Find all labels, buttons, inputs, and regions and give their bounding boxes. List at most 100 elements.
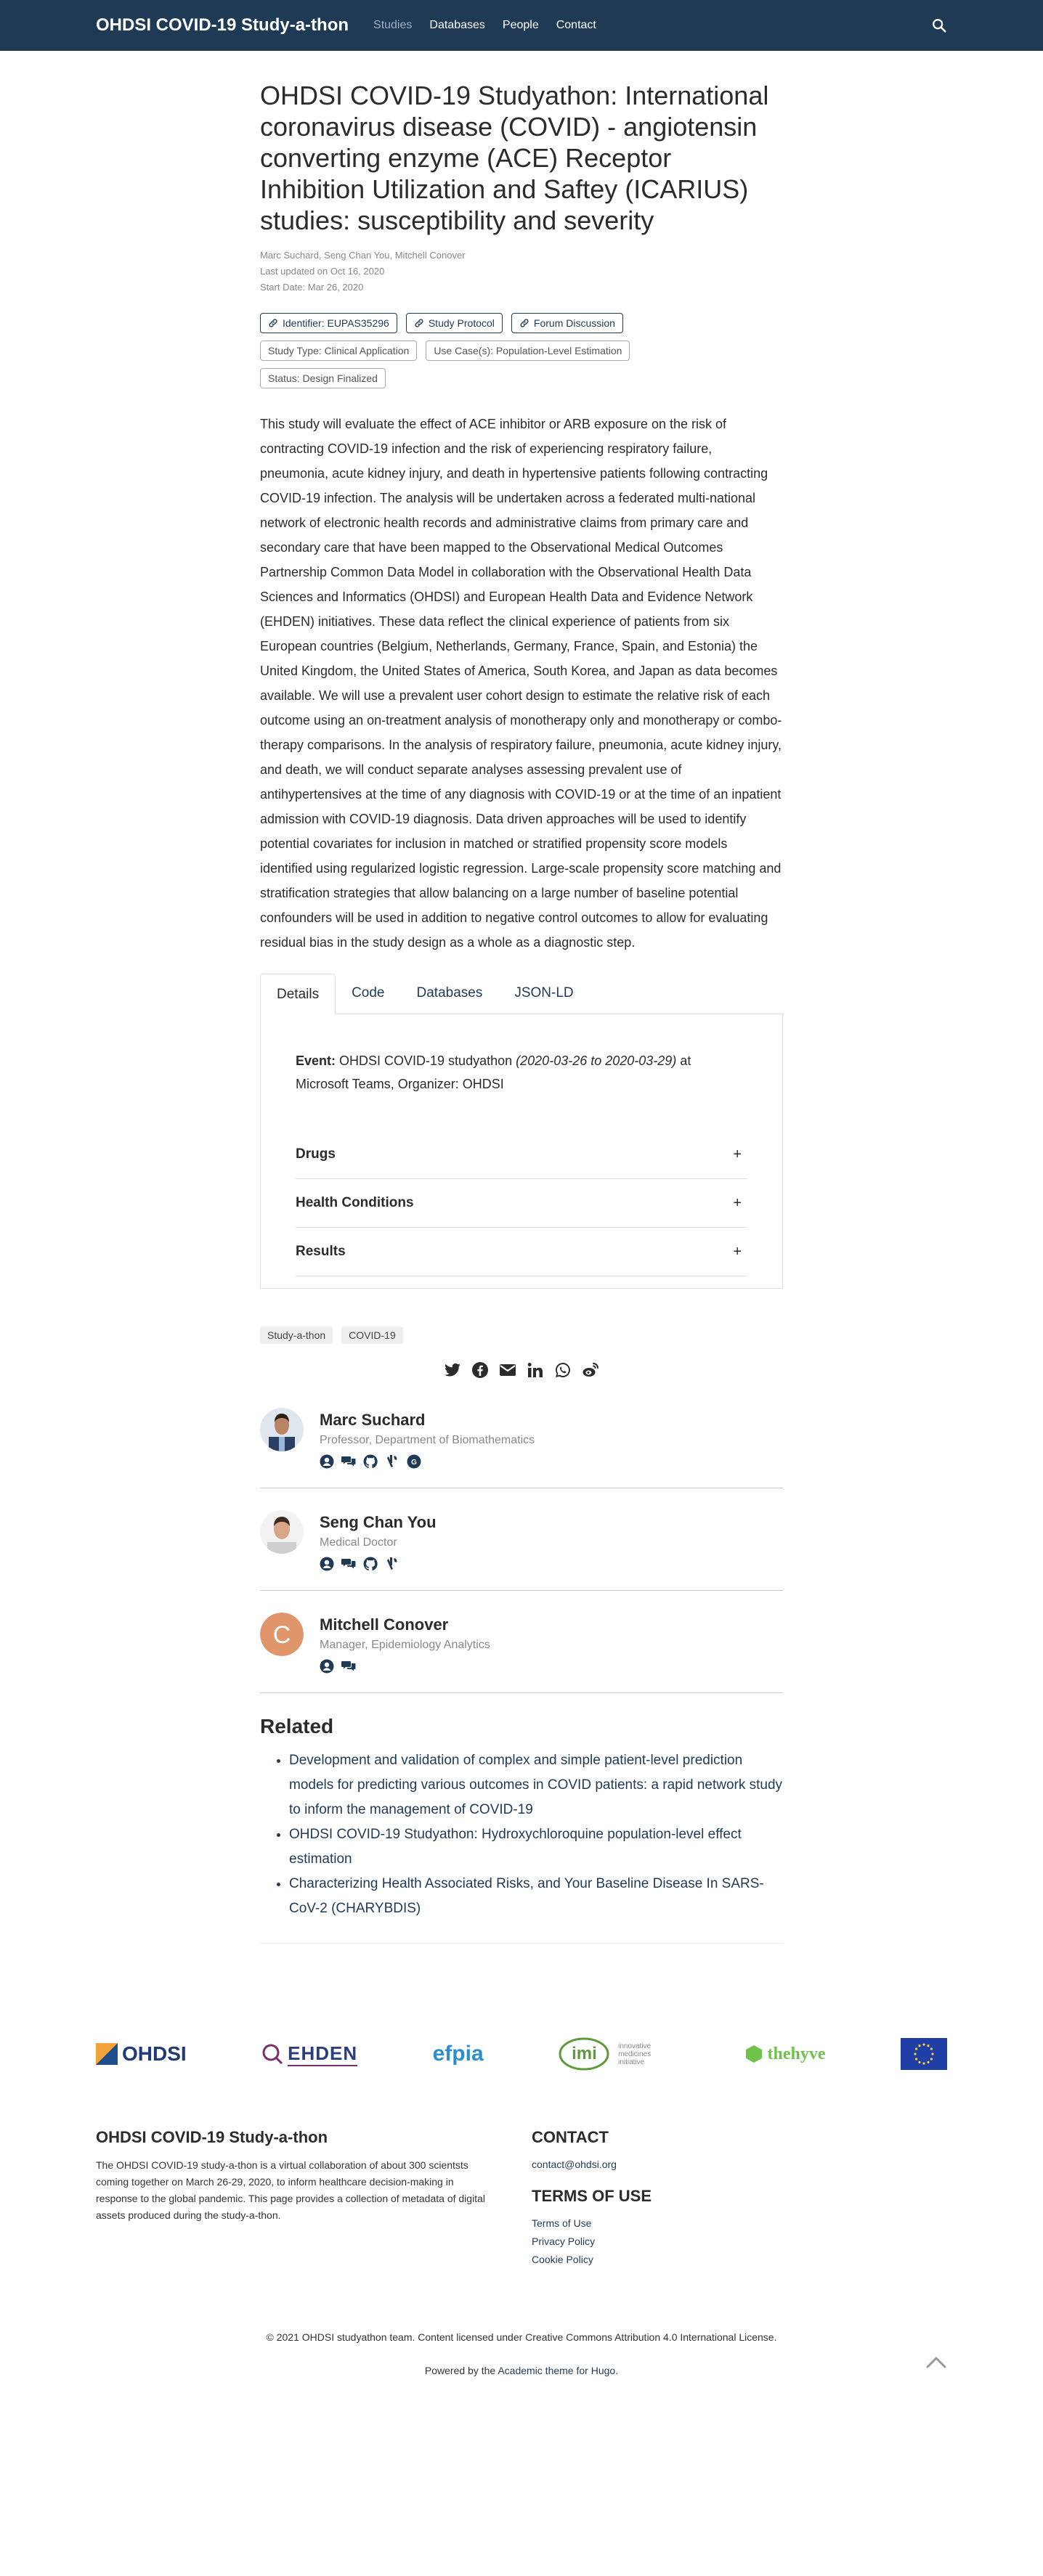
terms-of-use-link[interactable]: Terms of Use	[532, 2214, 947, 2233]
study-protocol-button[interactable]: Study Protocol	[405, 313, 503, 333]
nav-people[interactable]: People	[503, 19, 539, 32]
author-name[interactable]: Marc Suchard	[320, 1411, 783, 1430]
footer-description: The OHDSI COVID-19 study-a-thon is a vir…	[96, 2159, 485, 2221]
study-type-badge: Study Type: Clinical Application	[260, 341, 418, 361]
researchgate-icon[interactable]: G	[407, 1454, 421, 1469]
user-icon[interactable]	[320, 1454, 334, 1469]
imi-subtitle: innovative medicines initiative	[618, 2042, 652, 2066]
comments-icon[interactable]	[341, 1454, 356, 1469]
author-links	[320, 1659, 783, 1674]
thehyve-logo[interactable]: thehyve	[744, 2045, 826, 2064]
comments-icon[interactable]	[341, 1659, 356, 1674]
avatar[interactable]	[260, 1408, 304, 1451]
accordion-drugs[interactable]: Drugs +	[296, 1130, 747, 1179]
cookie-policy-link[interactable]: Cookie Policy	[532, 2251, 947, 2269]
related-link[interactable]: Development and validation of complex an…	[289, 1748, 783, 1822]
event-info: Event: OHDSI COVID-19 studyathon (2020-0…	[296, 1049, 747, 1096]
forum-discussion-button[interactable]: Forum Discussion	[511, 313, 623, 333]
related-link[interactable]: OHDSI COVID-19 Studyathon: Hydroxychloro…	[289, 1822, 783, 1872]
forum-discussion-label: Forum Discussion	[533, 317, 615, 329]
expand-icon: +	[733, 1146, 742, 1162]
facebook-icon[interactable]	[471, 1361, 489, 1379]
tab-databases[interactable]: Databases	[401, 973, 499, 1014]
tab-bar: Details Code Databases JSON-LD	[260, 974, 783, 1014]
accordion-label: Health Conditions	[296, 1195, 414, 1210]
efpia-wordmark: efpia	[432, 2042, 484, 2066]
ohdsi-logo[interactable]: OHDSI	[96, 2042, 187, 2066]
email-icon[interactable]	[499, 1361, 516, 1379]
author-role: Manager, Epidemiology Analytics	[320, 1639, 490, 1651]
article-metadata: Marc Suchard, Seng Chan You, Mitchell Co…	[260, 248, 783, 295]
user-icon[interactable]	[320, 1557, 334, 1571]
contact-heading: CONTACT	[532, 2128, 609, 2146]
identifier-label: Identifier: EUPAS35296	[283, 317, 389, 329]
event-dates: (2020-03-26 to 2020-03-29)	[516, 1053, 677, 1068]
tab-json-ld[interactable]: JSON-LD	[498, 973, 589, 1014]
status-badge: Status: Design Finalized	[260, 368, 386, 388]
nav-studies[interactable]: Studies	[373, 19, 412, 32]
identifier-button[interactable]: Identifier: EUPAS35296	[260, 313, 397, 333]
tag-covid-19[interactable]: COVID-19	[341, 1326, 403, 1344]
related-link[interactable]: Characterizing Health Associated Risks, …	[289, 1872, 783, 1921]
page-title: OHDSI COVID-19 Studyathon: International…	[260, 81, 769, 235]
tab-code[interactable]: Code	[336, 973, 400, 1014]
author-card: Marc Suchard Professor, Department of Bi…	[260, 1408, 783, 1488]
study-chips: Identifier: EUPAS35296 Study Protocol Fo…	[260, 313, 783, 388]
accordion-results[interactable]: Results +	[296, 1228, 747, 1276]
weibo-icon[interactable]	[582, 1361, 599, 1379]
author-list: Marc Suchard, Seng Chan You, Mitchell Co…	[260, 250, 466, 261]
terms-heading: TERMS OF USE	[532, 2187, 652, 2205]
nav-databases[interactable]: Databases	[429, 19, 485, 32]
author-name[interactable]: Seng Chan You	[320, 1513, 783, 1532]
author-name[interactable]: Mitchell Conover	[320, 1615, 783, 1634]
ehden-wordmark: EHDEN	[288, 2042, 358, 2066]
copyright-text: © 2021 OHDSI studyathon team. Content li…	[266, 2331, 777, 2343]
twitter-icon[interactable]	[444, 1361, 461, 1379]
avatar[interactable]	[260, 1510, 304, 1554]
use-case-badge: Use Case(s): Population-Level Estimation	[426, 341, 630, 361]
linkedin-icon[interactable]	[527, 1361, 544, 1379]
main-content: OHDSI COVID-19 Studyathon: International…	[260, 80, 783, 1944]
event-name: OHDSI COVID-19 studyathon	[339, 1053, 513, 1068]
ehden-mark-icon	[262, 2044, 283, 2065]
site-footer: OHDSI COVID-19 Study-a-thon The OHDSI CO…	[96, 2128, 947, 2269]
back-to-top-icon[interactable]	[925, 2355, 947, 2369]
eu-flag-icon	[901, 2038, 947, 2070]
expand-icon: +	[733, 1243, 742, 1260]
author-card: C Mitchell Conover Manager, Epidemiology…	[260, 1613, 783, 1693]
ehden-logo[interactable]: EHDEN	[261, 2042, 358, 2066]
orcid-icon[interactable]	[385, 1454, 399, 1469]
eu-flag-logo[interactable]	[901, 2038, 947, 2070]
search-icon[interactable]	[931, 17, 947, 33]
orcid-icon[interactable]	[385, 1557, 399, 1571]
brand-link[interactable]: OHDSI COVID-19 Study-a-thon	[96, 15, 349, 36]
tag-study-a-thon[interactable]: Study-a-thon	[260, 1326, 333, 1344]
event-label: Event:	[296, 1053, 336, 1068]
navbar: OHDSI COVID-19 Study-a-thon Studies Data…	[0, 0, 1043, 51]
user-icon[interactable]	[320, 1659, 334, 1674]
author-links: G	[320, 1454, 783, 1469]
comments-icon[interactable]	[341, 1557, 356, 1571]
privacy-policy-link[interactable]: Privacy Policy	[532, 2233, 947, 2251]
footer-title: OHDSI COVID-19 Study-a-thon	[96, 2128, 328, 2146]
author-links	[320, 1557, 783, 1571]
github-icon[interactable]	[363, 1557, 378, 1571]
last-updated: Last updated on Oct 16, 2020	[260, 266, 385, 277]
academic-theme-link[interactable]: Academic theme for Hugo	[498, 2365, 615, 2376]
imi-logo[interactable]: imi innovative medicines initiative	[559, 2037, 669, 2071]
tab-details[interactable]: Details	[260, 974, 336, 1014]
related-heading: Related	[260, 1715, 334, 1737]
powered-by: Powered by the Academic theme for Hugo.	[0, 2365, 1043, 2376]
avatar[interactable]: C	[260, 1613, 304, 1656]
partner-logos: OHDSI EHDEN efpia imi innovative medicin…	[96, 2037, 947, 2071]
link-icon	[415, 319, 423, 327]
whatsapp-icon[interactable]	[554, 1361, 572, 1379]
github-icon[interactable]	[363, 1454, 378, 1469]
accordion-health-conditions[interactable]: Health Conditions +	[296, 1179, 747, 1228]
nav-contact[interactable]: Contact	[556, 19, 596, 32]
link-icon	[520, 319, 529, 327]
study-abstract: This study will evaluate the effect of A…	[260, 417, 782, 950]
svg-text:G: G	[411, 1459, 417, 1467]
contact-email-link[interactable]: contact@ohdsi.org	[532, 2156, 947, 2174]
efpia-logo[interactable]: efpia	[433, 2042, 484, 2066]
